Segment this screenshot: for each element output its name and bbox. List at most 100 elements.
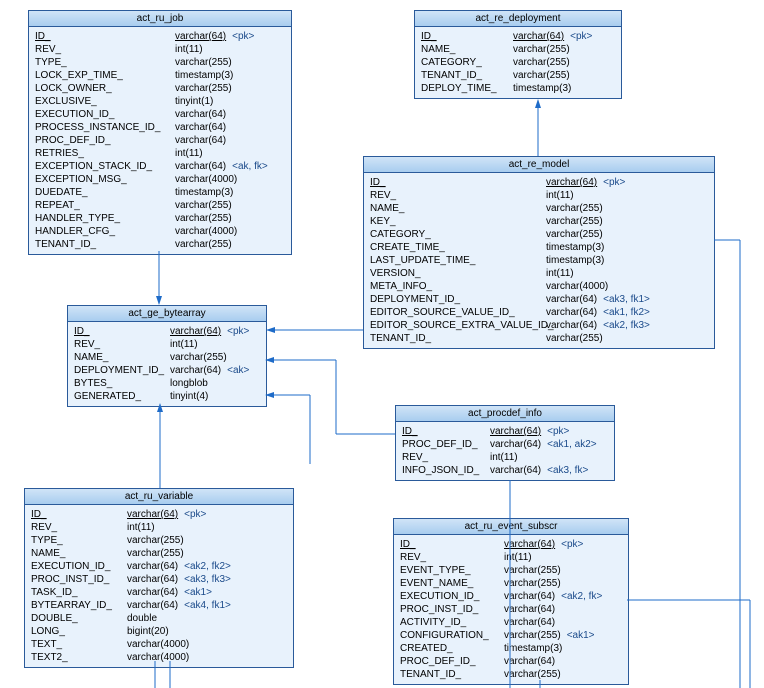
column-name: ACTIVITY_ID_	[400, 616, 498, 629]
column-name: VERSION_	[370, 267, 540, 280]
column-row: DUEDATE_timestamp(3)	[35, 186, 285, 199]
entity-body: ID_varchar(64)<pk>REV_int(11)NAME_varcha…	[364, 173, 714, 348]
column-row: PROC_DEF_ID_varchar(64)	[35, 134, 285, 147]
column-name: HANDLER_CFG_	[35, 225, 169, 238]
column-type: varchar(255)	[170, 351, 227, 364]
column-type: varchar(64)	[504, 538, 555, 551]
column-annotation: <pk>	[227, 325, 249, 338]
column-name: NAME_	[74, 351, 164, 364]
column-row: META_INFO_varchar(4000)	[370, 280, 708, 293]
column-annotation: <ak2, fk3>	[603, 319, 650, 332]
column-type: varchar(64)	[490, 438, 541, 451]
column-annotation: <ak1>	[184, 586, 212, 599]
column-row: ID_varchar(64)<pk>	[74, 325, 260, 338]
column-name: INFO_JSON_ID_	[402, 464, 484, 477]
column-type: int(11)	[170, 338, 198, 351]
column-row: TENANT_ID_varchar(255)	[400, 668, 622, 681]
column-row: REV_int(11)	[35, 43, 285, 56]
column-row: PROC_DEF_ID_varchar(64)<ak1, ak2>	[402, 438, 608, 451]
column-row: TEXT_varchar(4000)	[31, 638, 287, 651]
column-name: ID_	[31, 508, 121, 521]
column-name: DEPLOY_TIME_	[421, 82, 507, 95]
column-type: varchar(255)	[546, 215, 603, 228]
column-name: REPEAT_	[35, 199, 169, 212]
entity-act-procdef-info: act_procdef_info ID_varchar(64)<pk>PROC_…	[395, 405, 615, 481]
column-name: CREATED_	[400, 642, 498, 655]
column-name: CATEGORY_	[421, 56, 507, 69]
entity-act-ge-bytearray: act_ge_bytearray ID_varchar(64)<pk>REV_ i…	[67, 305, 267, 407]
column-name: GENERATED_	[74, 390, 164, 403]
column-type: varchar(4000)	[175, 225, 237, 238]
column-row: TEXT2_varchar(4000)	[31, 651, 287, 664]
column-row: LONG_bigint(20)	[31, 625, 287, 638]
column-type: varchar(255)	[504, 629, 561, 642]
column-type: varchar(64)	[175, 108, 226, 121]
column-type: varchar(255)	[127, 547, 184, 560]
column-name: TENANT_ID_	[400, 668, 498, 681]
column-name: EXECUTION_ID_	[35, 108, 169, 121]
entity-body: ID_varchar(64)<pk>REV_ int(11) NAME_ varcha…	[68, 322, 266, 406]
column-type: varchar(255)	[513, 69, 570, 82]
column-annotation: <pk>	[547, 425, 569, 438]
column-name: EDITOR_SOURCE_EXTRA_VALUE_ID_	[370, 319, 540, 332]
column-name: ID_	[370, 176, 540, 189]
column-row: DEPLOYMENT_ID_varchar(64)<ak3, fk1>	[370, 293, 708, 306]
column-name: PROC_INST_ID_	[31, 573, 121, 586]
column-name: REV_	[74, 338, 164, 351]
column-name: PROC_DEF_ID_	[400, 655, 498, 668]
column-annotation: <ak1, fk2>	[603, 306, 650, 319]
column-name: DOUBLE_	[31, 612, 121, 625]
column-row: CREATE_TIME_timestamp(3)	[370, 241, 708, 254]
column-type: varchar(255)	[175, 56, 232, 69]
column-name: CATEGORY_	[370, 228, 540, 241]
column-row: TENANT_ID_varchar(255)	[370, 332, 708, 345]
column-row: GENERATED_tinyint(4)	[74, 390, 260, 403]
column-row: CATEGORY_varchar(255)	[421, 56, 615, 69]
column-annotation: <ak>	[227, 364, 249, 377]
entity-title: act_re_deployment	[415, 11, 621, 27]
column-name: EXCLUSIVE_	[35, 95, 169, 108]
column-name: TENANT_ID_	[370, 332, 540, 345]
column-row: ID_varchar(64)<pk>	[31, 508, 287, 521]
column-name: REV_	[400, 551, 498, 564]
column-annotation: <ak1, ak2>	[547, 438, 596, 451]
column-name: ID_	[35, 30, 169, 43]
column-row: REV_int(11)	[31, 521, 287, 534]
column-row: BYTES_longblob	[74, 377, 260, 390]
column-type: varchar(64)	[513, 30, 564, 43]
column-type: varchar(4000)	[127, 651, 189, 664]
column-type: varchar(64)	[546, 176, 597, 189]
column-type: varchar(64)	[504, 603, 555, 616]
column-name: REV_	[402, 451, 484, 464]
column-row: TASK_ID_varchar(64)<ak1>	[31, 586, 287, 599]
column-row: REPEAT_varchar(255)	[35, 199, 285, 212]
column-type: varchar(64)	[127, 599, 178, 612]
entity-title: act_ge_bytearray	[68, 306, 266, 322]
column-row: CREATED_timestamp(3)	[400, 642, 622, 655]
column-annotation: <ak3, fk1>	[603, 293, 650, 306]
column-name: EVENT_TYPE_	[400, 564, 498, 577]
column-type: varchar(64)	[175, 30, 226, 43]
column-row: EDITOR_SOURCE_VALUE_ID_varchar(64)<ak1, …	[370, 306, 708, 319]
column-type: varchar(255)	[175, 82, 232, 95]
column-name: CONFIGURATION_	[400, 629, 498, 642]
column-name: DEPLOYMENT_ID_	[370, 293, 540, 306]
entity-body: ID_varchar(64)<pk>NAME_varchar(255)CATEG…	[415, 27, 621, 98]
column-row: TENANT_ID_varchar(255)	[35, 238, 285, 251]
column-annotation: <pk>	[603, 176, 625, 189]
column-name: TENANT_ID_	[35, 238, 169, 251]
column-type: varchar(64)	[175, 121, 226, 134]
column-row: PROC_INST_ID_varchar(64)<ak3, fk3>	[31, 573, 287, 586]
column-row: NAME_varchar(255)	[370, 202, 708, 215]
entity-title: act_ru_event_subscr	[394, 519, 628, 535]
column-name: PROC_DEF_ID_	[35, 134, 169, 147]
column-name: DEPLOYMENT_ID_	[74, 364, 164, 377]
column-name: TASK_ID_	[31, 586, 121, 599]
column-name: RETRIES_	[35, 147, 169, 160]
column-name: KEY_	[370, 215, 540, 228]
column-row: NAME_varchar(255)	[31, 547, 287, 560]
column-type: varchar(64)	[490, 425, 541, 438]
column-row: RETRIES_int(11)	[35, 147, 285, 160]
column-row: NAME_ varchar(255)	[74, 351, 260, 364]
column-row: ID_varchar(64)<pk>	[400, 538, 622, 551]
